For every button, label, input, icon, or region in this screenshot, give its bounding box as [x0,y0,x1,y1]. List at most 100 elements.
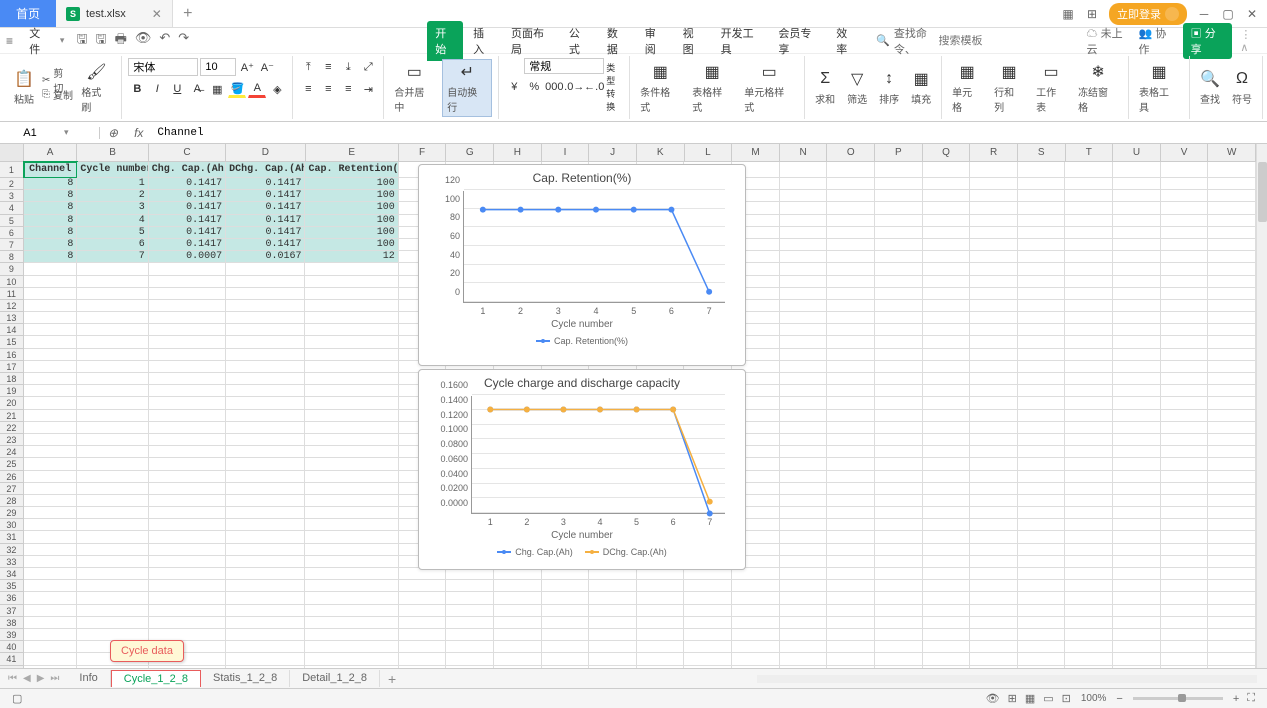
row-header-2[interactable]: 2 [0,178,24,190]
cell-P30[interactable] [875,519,923,531]
cell-W12[interactable] [1208,300,1256,312]
cell-E37[interactable] [305,605,398,617]
cell-C17[interactable] [149,361,226,373]
cell-M35[interactable] [732,580,780,592]
fill-color-button[interactable]: 🪣 [228,80,246,98]
cell-U7[interactable] [1113,239,1161,251]
cell-B17[interactable] [77,361,148,373]
cell-O13[interactable] [827,312,875,324]
cell-N31[interactable] [780,531,828,543]
cell-S13[interactable] [1018,312,1066,324]
row-header-20[interactable]: 20 [0,397,24,409]
cell-V28[interactable] [1161,495,1209,507]
row-header-22[interactable]: 22 [0,422,24,434]
conditional-formatting-button[interactable]: ▦条件格式 [636,60,684,116]
cell-D19[interactable] [226,385,305,397]
cell-R31[interactable] [970,531,1018,543]
cell-D39[interactable] [226,629,305,641]
cell-J39[interactable] [589,629,637,641]
cell-B32[interactable] [77,544,148,556]
cell-B27[interactable] [77,483,148,495]
cell-V31[interactable] [1161,531,1209,543]
cell-T27[interactable] [1065,483,1113,495]
cell-O29[interactable] [827,507,875,519]
cell-A41[interactable] [24,653,78,665]
cell-R11[interactable] [970,288,1018,300]
cell-R3[interactable] [970,190,1018,202]
cell-P16[interactable] [875,349,923,361]
cell-C32[interactable] [149,544,226,556]
cell-E31[interactable] [305,531,398,543]
cell-V27[interactable] [1161,483,1209,495]
cell-E39[interactable] [305,629,398,641]
cell-H39[interactable] [494,629,542,641]
cell-Q25[interactable] [923,458,971,470]
cell-F37[interactable] [399,605,447,617]
cell-B33[interactable] [77,556,148,568]
cell-V25[interactable] [1161,458,1209,470]
file-menu[interactable]: 文件 [25,25,54,57]
cell-B11[interactable] [77,288,148,300]
cell-C11[interactable] [149,288,226,300]
horizontal-scrollbar[interactable] [757,675,1257,683]
name-box[interactable]: ▾ [0,127,100,139]
cell-E40[interactable] [305,641,398,653]
row-header-4[interactable]: 4 [0,202,24,214]
chart-retention[interactable]: Cap. Retention(%)0204060801001201234567C… [418,164,746,366]
cell-M39[interactable] [732,629,780,641]
cell-Q20[interactable] [923,397,971,409]
vertical-scrollbar[interactable] [1256,144,1267,668]
cell-O8[interactable] [827,251,875,263]
cell-J42[interactable] [589,666,637,669]
name-box-input[interactable] [0,127,60,139]
cell-U24[interactable] [1113,446,1161,458]
row-header-12[interactable]: 12 [0,300,24,312]
cell-C8[interactable]: 0.0007 [149,251,226,263]
cell-O27[interactable] [827,483,875,495]
cell-L35[interactable] [684,580,732,592]
cell-S24[interactable] [1018,446,1066,458]
row-header-16[interactable]: 16 [0,349,24,361]
cell-S14[interactable] [1018,324,1066,336]
cell-A39[interactable] [24,629,78,641]
row-header-1[interactable]: 1 [0,162,24,178]
cell-C1[interactable]: Chg. Cap.(Ah) [149,162,226,178]
cell-U37[interactable] [1113,605,1161,617]
cell-U22[interactable] [1113,422,1161,434]
cell-T1[interactable] [1065,162,1113,178]
sort-button[interactable]: ↕排序 [875,67,903,108]
cell-D23[interactable] [226,434,305,446]
cell-C29[interactable] [149,507,226,519]
cell-U1[interactable] [1113,162,1161,178]
ribbon-tab-5[interactable]: 审阅 [637,21,673,61]
increase-decimal-icon[interactable]: .0→ [565,78,583,96]
cell-W33[interactable] [1208,556,1256,568]
cell-U8[interactable] [1113,251,1161,263]
cell-Q14[interactable] [923,324,971,336]
cell-N33[interactable] [780,556,828,568]
cell-style-button[interactable]: ▭单元格样式 [740,60,798,116]
cell-O19[interactable] [827,385,875,397]
cell-R42[interactable] [970,666,1018,669]
sum-button[interactable]: Σ求和 [811,67,839,108]
cell-S19[interactable] [1018,385,1066,397]
cell-D38[interactable] [226,617,305,629]
cell-P20[interactable] [875,397,923,409]
cell-V36[interactable] [1161,592,1209,604]
cell-O16[interactable] [827,349,875,361]
cell-S37[interactable] [1018,605,1066,617]
cell-N24[interactable] [780,446,828,458]
cell-C27[interactable] [149,483,226,495]
cell-E30[interactable] [305,519,398,531]
cell-Q41[interactable] [923,653,971,665]
row-header-36[interactable]: 36 [0,592,24,604]
cell-P4[interactable] [875,202,923,214]
cell-U29[interactable] [1113,507,1161,519]
cell-W34[interactable] [1208,568,1256,580]
cell-L40[interactable] [684,641,732,653]
cell-S31[interactable] [1018,531,1066,543]
cell-T29[interactable] [1065,507,1113,519]
cell-E6[interactable]: 100 [305,227,398,239]
cell-E11[interactable] [305,288,398,300]
row-header-37[interactable]: 37 [0,605,24,617]
